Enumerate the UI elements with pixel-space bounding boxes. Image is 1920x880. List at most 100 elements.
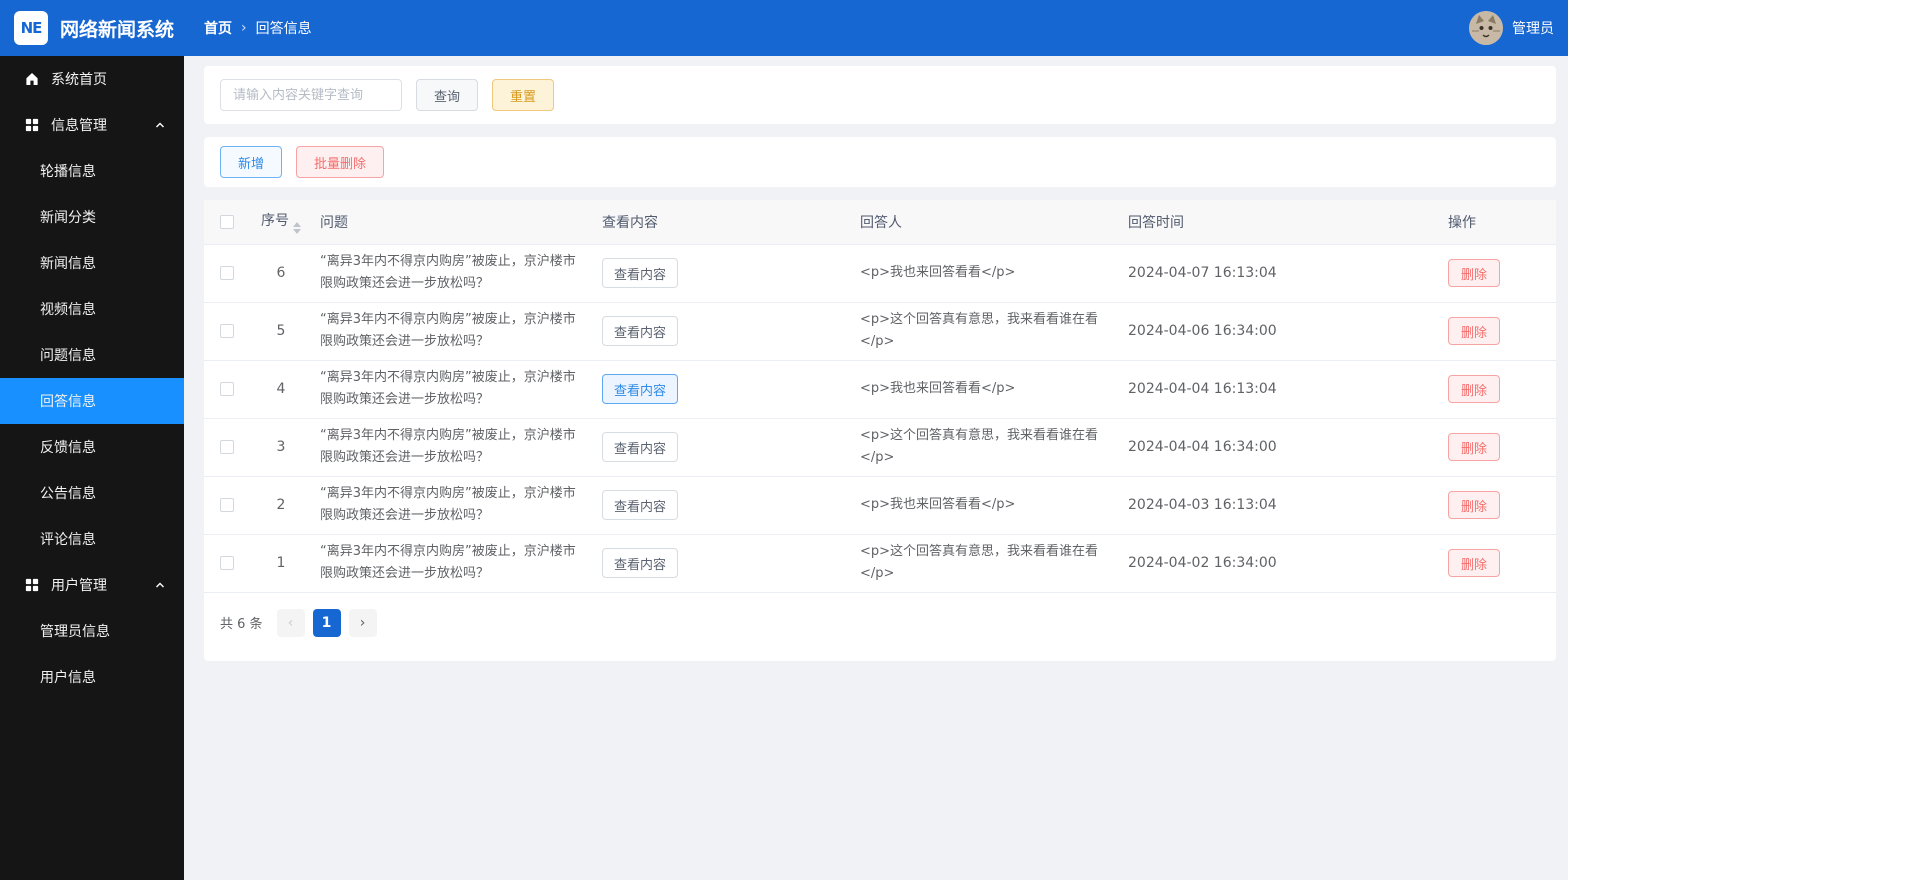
sidebar-item-home[interactable]: 系统首页	[0, 56, 184, 102]
row-checkbox[interactable]	[220, 498, 234, 512]
sidebar-subitem[interactable]: 轮播信息	[0, 148, 184, 194]
column-header-answerer: 回答人	[852, 200, 1120, 245]
view-content-button[interactable]: 查看内容	[602, 490, 679, 520]
sidebar-group[interactable]: 用户管理	[0, 562, 184, 608]
delete-button[interactable]: 删除	[1448, 375, 1501, 403]
table-header-row: 序号 问题 查看内容 回答人 回答时间 操作	[204, 200, 1556, 245]
next-page-button[interactable]: ›	[348, 608, 377, 637]
query-button[interactable]: 查询	[416, 79, 479, 111]
toolbar: 新增 批量删除	[204, 137, 1556, 187]
column-header-view: 查看内容	[594, 200, 852, 245]
sidebar-subitem-label: 用户信息	[40, 670, 96, 686]
user-name: 管理员	[1512, 21, 1554, 37]
sidebar-subitem[interactable]: 公告信息	[0, 470, 184, 516]
row-serial: 2	[276, 497, 286, 513]
sidebar-subitem[interactable]: 新闻信息	[0, 240, 184, 286]
row-answerer: <p>这个回答真有意思，我来看看谁在看</p>	[860, 312, 1099, 349]
row-question: “离异3年内不得京内购房”被废止，京沪楼市限购政策还会进一步放松吗？	[320, 312, 576, 349]
sidebar-subitem-label: 回答信息	[40, 394, 96, 410]
search-input[interactable]	[220, 79, 402, 111]
delete-button[interactable]: 删除	[1448, 491, 1501, 519]
sidebar-subitem-label: 公告信息	[40, 486, 96, 502]
table-row: 4 “离异3年内不得京内购房”被废止，京沪楼市限购政策还会进一步放松吗？ 查看内…	[204, 360, 1556, 419]
row-checkbox[interactable]	[220, 440, 234, 454]
cat-avatar-image	[1469, 11, 1503, 45]
batch-delete-button[interactable]: 批量删除	[296, 146, 385, 178]
sidebar-subitem[interactable]: 视频信息	[0, 286, 184, 332]
data-table-panel: 序号 问题 查看内容 回答人 回答时间 操作 6 “离异3年内不得京内购房”被废…	[204, 200, 1556, 661]
sidebar-item-label: 系统首页	[51, 72, 107, 88]
answers-table: 序号 问题 查看内容 回答人 回答时间 操作 6 “离异3年内不得京内购房”被废…	[204, 200, 1556, 593]
sidebar-subitem-label: 反馈信息	[40, 440, 96, 456]
column-header-question: 问题	[312, 200, 594, 245]
sidebar-subitem-label: 评论信息	[40, 532, 96, 548]
view-content-button[interactable]: 查看内容	[602, 374, 679, 404]
table-row: 3 “离异3年内不得京内购房”被废止，京沪楼市限购政策还会进一步放松吗？ 查看内…	[204, 418, 1556, 477]
breadcrumb-separator-icon: ›	[241, 20, 247, 36]
row-checkbox[interactable]	[220, 556, 234, 570]
select-all-checkbox[interactable]	[220, 214, 234, 229]
sidebar-subitem-label: 问题信息	[40, 348, 96, 364]
table-row: 5 “离异3年内不得京内购房”被废止，京沪楼市限购政策还会进一步放松吗？ 查看内…	[204, 302, 1556, 361]
sidebar-subitem[interactable]: 新闻分类	[0, 194, 184, 240]
view-content-button[interactable]: 查看内容	[602, 316, 679, 346]
row-time: 2024-04-07 16:13:04	[1128, 265, 1277, 281]
row-answerer: <p>这个回答真有意思，我来看看谁在看</p>	[860, 428, 1099, 465]
sidebar-subitem-label: 管理员信息	[40, 624, 110, 640]
table-row: 6 “离异3年内不得京内购房”被废止，京沪楼市限购政策还会进一步放松吗？ 查看内…	[204, 244, 1556, 303]
prev-page-button[interactable]: ‹	[276, 608, 305, 637]
delete-button[interactable]: 删除	[1448, 549, 1501, 577]
breadcrumb-home[interactable]: 首页	[204, 18, 232, 38]
view-content-button[interactable]: 查看内容	[602, 258, 679, 288]
view-content-button[interactable]: 查看内容	[602, 548, 679, 578]
row-question: “离异3年内不得京内购房”被废止，京沪楼市限购政策还会进一步放松吗？	[320, 544, 576, 581]
sidebar-group-label: 信息管理	[51, 118, 107, 134]
column-header-no[interactable]: 序号	[250, 200, 312, 245]
chevron-up-icon	[154, 579, 166, 591]
sidebar-group-label: 用户管理	[51, 578, 107, 594]
app-title: 网络新闻系统	[60, 18, 175, 41]
sidebar-subitem[interactable]: 管理员信息	[0, 608, 184, 654]
sidebar-subitem-label: 新闻信息	[40, 256, 96, 272]
sidebar-subitem[interactable]: 反馈信息	[0, 424, 184, 470]
grid-icon	[24, 577, 40, 593]
sidebar-subitem[interactable]: 用户信息	[0, 654, 184, 700]
row-time: 2024-04-04 16:13:04	[1128, 381, 1277, 397]
table-row: 2 “离异3年内不得京内购房”被废止，京沪楼市限购政策还会进一步放松吗？ 查看内…	[204, 476, 1556, 535]
row-checkbox[interactable]	[220, 324, 234, 338]
reset-button[interactable]: 重置	[492, 79, 555, 111]
pagination: 共 6 条 ‹ 1 ›	[204, 593, 1556, 657]
row-time: 2024-04-06 16:34:00	[1128, 323, 1277, 339]
sidebar: 系统首页 信息管理 轮播信息 新闻分类 新闻信息 视频信息 问题信息 回答信息 …	[0, 56, 184, 880]
sidebar-subitem-label: 视频信息	[40, 302, 96, 318]
delete-button[interactable]: 删除	[1448, 433, 1501, 461]
row-answerer: <p>我也来回答看看</p>	[860, 497, 1016, 512]
logo-text: NE	[20, 19, 43, 37]
add-button[interactable]: 新增	[220, 146, 283, 178]
row-serial: 3	[276, 439, 286, 455]
sidebar-subitem[interactable]: 评论信息	[0, 516, 184, 562]
sidebar-group[interactable]: 信息管理	[0, 102, 184, 148]
page-number-1[interactable]: 1	[312, 608, 341, 637]
sidebar-subitem[interactable]: 回答信息	[0, 378, 184, 424]
row-serial: 6	[276, 265, 286, 281]
row-serial: 1	[276, 555, 286, 571]
delete-button[interactable]: 删除	[1448, 317, 1501, 345]
sidebar-subitem[interactable]: 问题信息	[0, 332, 184, 378]
row-checkbox[interactable]	[220, 266, 234, 280]
view-content-button[interactable]: 查看内容	[602, 432, 679, 462]
row-time: 2024-04-02 16:34:00	[1128, 555, 1277, 571]
header-user-area: 管理员	[1469, 11, 1554, 45]
row-serial: 4	[276, 381, 286, 397]
row-checkbox[interactable]	[220, 382, 234, 396]
app-window: NE 网络新闻系统 首页 › 回答信息 管理员 系统首页 信息管理 轮播信息 新…	[0, 0, 1568, 880]
user-avatar[interactable]	[1469, 11, 1503, 45]
row-question: “离异3年内不得京内购房”被废止，京沪楼市限购政策还会进一步放松吗？	[320, 486, 576, 523]
row-time: 2024-04-03 16:13:04	[1128, 497, 1277, 513]
row-question: “离异3年内不得京内购房”被废止，京沪楼市限购政策还会进一步放松吗？	[320, 428, 576, 465]
column-header-time: 回答时间	[1120, 200, 1440, 245]
delete-button[interactable]: 删除	[1448, 259, 1501, 287]
sort-icons[interactable]	[293, 221, 301, 234]
row-question: “离异3年内不得京内购房”被废止，京沪楼市限购政策还会进一步放松吗？	[320, 254, 576, 291]
top-header: NE 网络新闻系统 首页 › 回答信息 管理员	[0, 0, 1568, 56]
